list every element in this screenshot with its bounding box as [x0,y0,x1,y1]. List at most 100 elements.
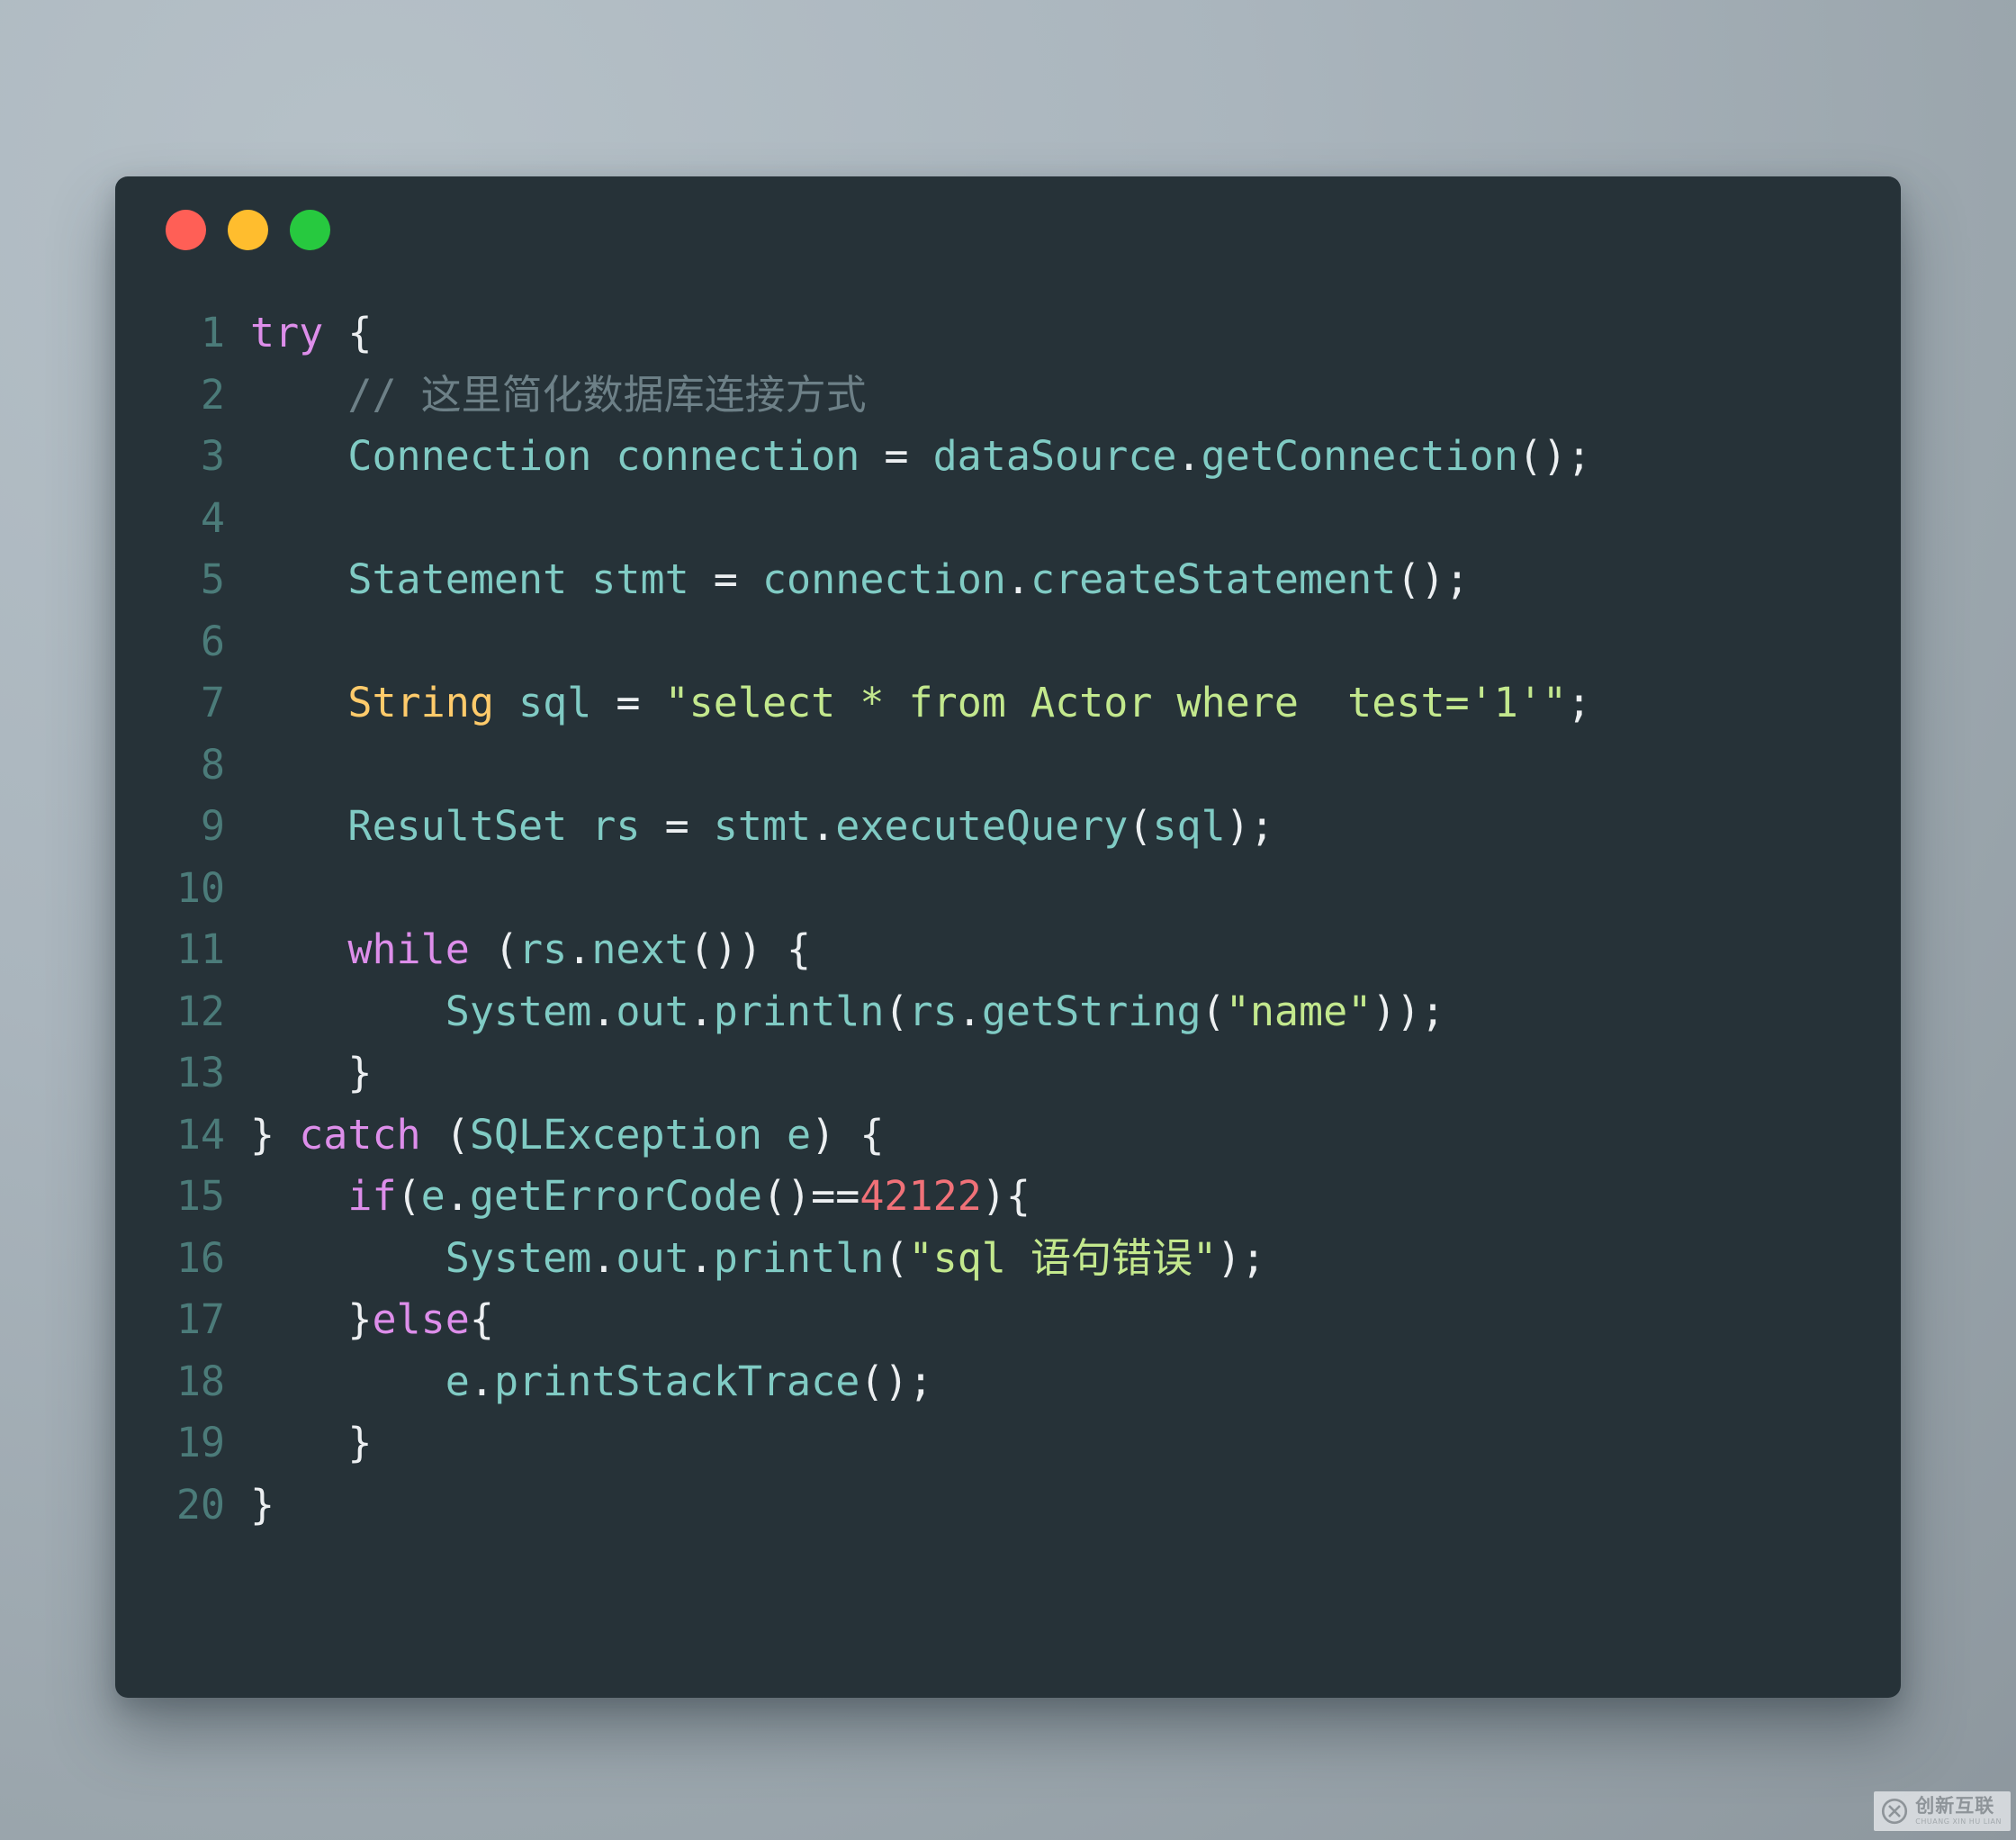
watermark-pinyin: CHUANG XIN HU LIAN [1915,1817,2002,1826]
code-token: "name" [1225,987,1372,1035]
code-token: getConnection [1201,432,1518,480]
code-line: 17 }else{ [115,1289,1901,1351]
code-token: "sql 语句错误" [908,1233,1218,1282]
code-line-text: System.out.println("sql 语句错误"); [250,1228,1901,1290]
code-line: 19 } [115,1412,1901,1475]
code-line-text: }else{ [250,1289,1901,1351]
code-token: ( [1128,802,1153,850]
code-line: 1 try { [115,302,1901,365]
code-token: ( [884,987,909,1035]
code-line-text: ResultSet rs = stmt.executeQuery(sql); [250,796,1901,858]
watermark-text: 创新互联 CHUANG XIN HU LIAN [1915,1797,2002,1826]
code-token: next [591,925,689,973]
code-token: (); [860,1357,933,1405]
code-token: try [250,309,324,356]
code-line-text: e.printStackTrace(); [250,1351,1901,1413]
code-token: () [761,1172,812,1220]
code-token: Connection connection [347,432,885,480]
code-token: ResultSet rs [347,802,665,850]
code-token: createStatement [1030,555,1397,603]
code-token: "select * from Actor where test='1'" [664,679,1568,726]
code-line-text: try { [250,302,1901,365]
line-number: 2 [200,370,225,419]
code-token: ( [884,1233,909,1282]
code-token: while [347,925,470,973]
line-number: 1 [200,309,225,356]
code-token: . [688,1233,714,1282]
code-token: // 这里简化数据库连接方式 [347,370,867,419]
code-token: = [713,555,738,603]
code-line: 18 e.printStackTrace(); [115,1351,1901,1413]
code-token: )); [1372,987,1445,1035]
line-number: 14 [176,1110,225,1159]
line-number: 11 [176,925,225,973]
maximize-window-button[interactable] [290,209,330,250]
code-token: println [713,1233,885,1282]
circle-x-logo-icon [1882,1798,1908,1825]
code-token: (); [1517,432,1592,480]
minimize-window-button[interactable] [228,209,268,250]
code-token: ()) { [688,925,812,973]
line-number: 17 [176,1295,225,1343]
code-token: 42122 [860,1172,982,1220]
code-line-text: Connection connection = dataSource.getCo… [250,426,1901,488]
code-token: . [469,1357,494,1405]
line-number: 5 [200,555,225,603]
code-line-text: System.out.println(rs.getString("name"))… [250,981,1901,1043]
line-number: 7 [200,679,225,726]
line-number: 12 [176,987,225,1035]
code-token: dataSource [908,432,1177,480]
code-token: catch [299,1110,421,1159]
code-token: System [445,987,592,1035]
code-token: if [347,1172,397,1220]
line-number: 18 [176,1357,225,1405]
code-line: 13 } [115,1042,1901,1105]
code-line-text: // 这里简化数据库连接方式 [250,365,1901,427]
code-token: . [445,1172,470,1220]
code-token: sql [1152,802,1226,850]
code-token: { [347,309,373,356]
line-number: 8 [200,740,225,789]
code-token: = [884,432,909,480]
line-number: 6 [200,617,225,665]
code-token: println [713,987,885,1035]
code-line-text: String sql = "select * from Actor where … [250,672,1901,735]
code-token: sql [493,679,616,726]
code-token: rs [908,987,958,1035]
code-token: . [811,802,836,850]
code-token: ; [1567,679,1592,726]
code-line: 7 String sql = "select * from Actor wher… [115,672,1901,735]
code-token: } [347,1419,373,1466]
code-line: 9 ResultSet rs = stmt.executeQuery(sql); [115,796,1901,858]
code-line-text: while (rs.next()) { [250,919,1901,981]
code-token: . [567,925,592,973]
code-token: System [445,1233,592,1282]
code-line-text: } catch (SQLException e) { [250,1105,1901,1167]
code-token: SQLException e [469,1110,812,1159]
page-background: 1 try {2 // 这里简化数据库连接方式 3 Connection conne… [0,0,2016,1840]
code-token: printStackTrace [493,1357,860,1405]
code-line: 3 Connection connection = dataSource.get… [115,426,1901,488]
code-token: . [688,987,714,1035]
code-editor-area[interactable]: 1 try {2 // 这里简化数据库连接方式 3 Connection conne… [115,283,1901,1536]
code-line-text: } [250,1412,1901,1475]
code-line: 8 [115,735,1901,797]
code-token: ); [1217,1233,1266,1282]
close-window-button[interactable] [166,209,206,250]
window-titlebar [115,176,1901,283]
code-token: = [616,679,641,726]
